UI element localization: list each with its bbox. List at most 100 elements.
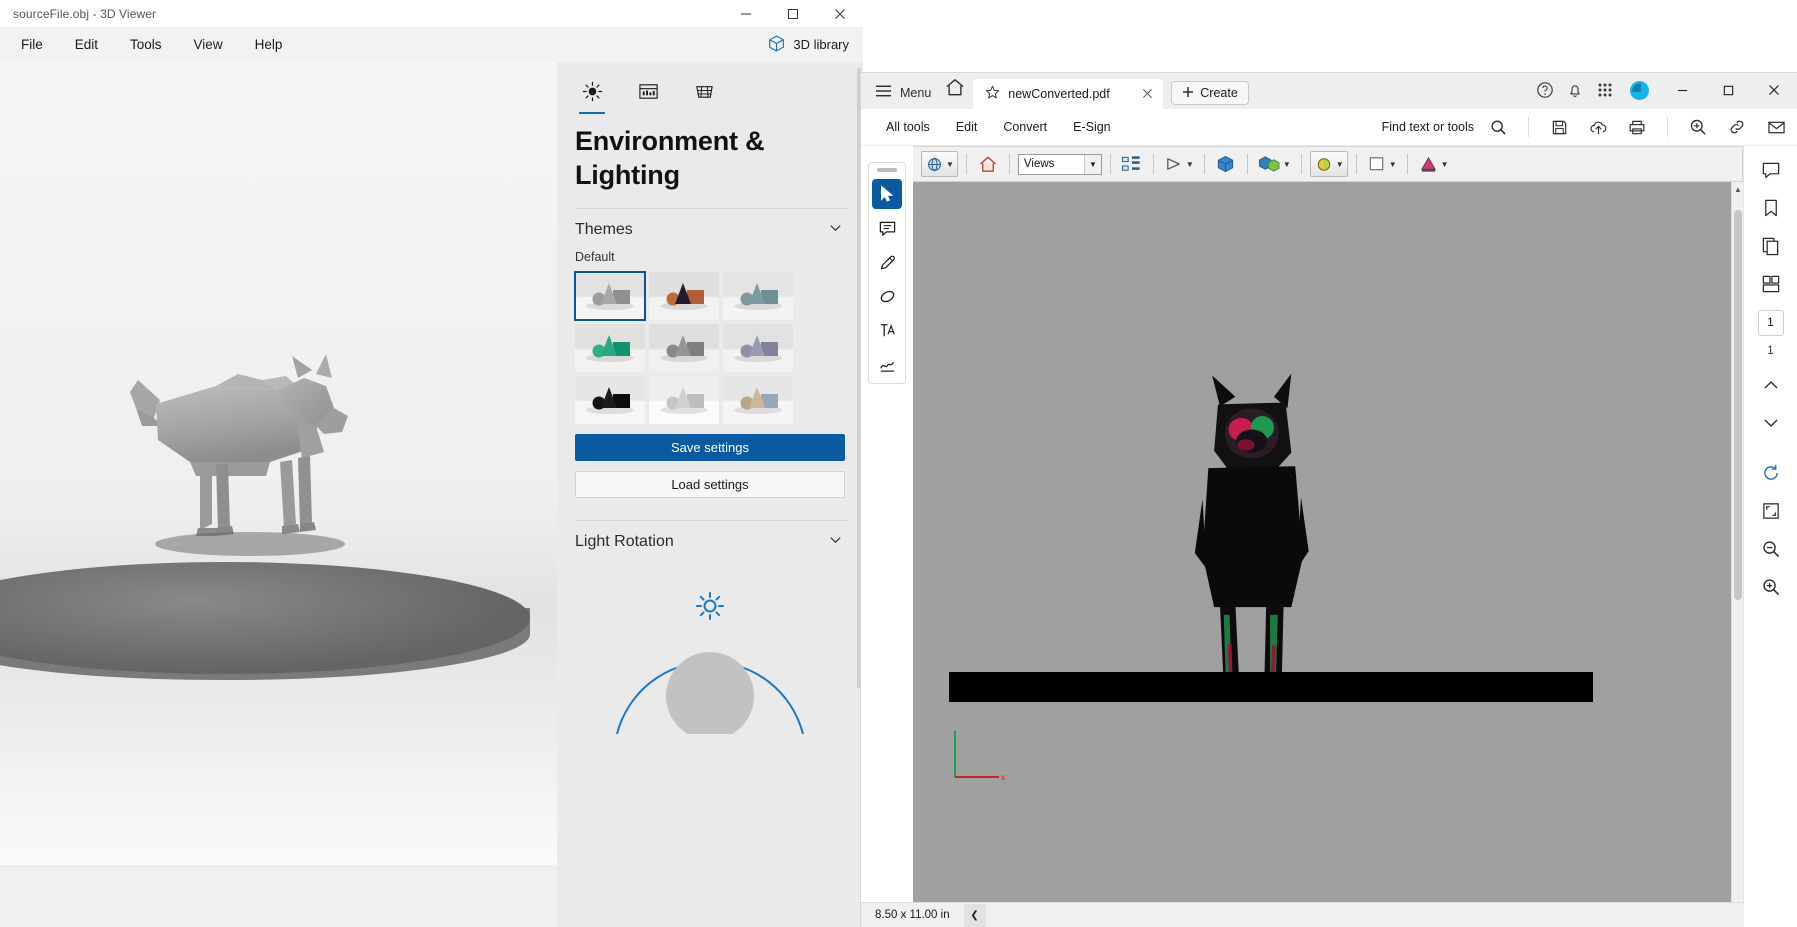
zoom-in-icon[interactable] (1753, 569, 1789, 605)
left-tool-rail (861, 146, 913, 927)
3d-annotation-canvas[interactable]: x (913, 182, 1743, 927)
3d-library-button[interactable]: 3D library (767, 34, 849, 56)
light-rotation-control[interactable] (557, 558, 863, 740)
edit-menu-button[interactable]: Edit (945, 115, 989, 139)
theme-thumbnail[interactable] (575, 376, 645, 424)
page-down-button[interactable] (1753, 405, 1789, 441)
pdf-page-3d-view[interactable]: x ▲ ▼ (913, 182, 1743, 927)
close-icon[interactable] (1751, 75, 1797, 105)
theme-thumbnail[interactable] (575, 324, 645, 372)
esign-menu-button[interactable]: E-Sign (1062, 115, 1122, 139)
link-icon[interactable] (1722, 112, 1752, 142)
menu-file[interactable]: File (8, 32, 56, 57)
chevron-down-icon-light[interactable]: ▼ (1389, 160, 1397, 169)
page-number-input[interactable]: 1 (1757, 310, 1784, 336)
rail-drag-handle[interactable] (877, 168, 897, 172)
scroll-up-icon[interactable]: ▲ (1732, 182, 1743, 196)
axis-indicator: x (954, 731, 1005, 782)
themes-section-header[interactable]: Themes (557, 209, 863, 246)
help-circle-icon[interactable] (1530, 75, 1560, 105)
pdf-vertical-scrollbar[interactable]: ▲ ▼ (1731, 182, 1743, 927)
load-settings-button[interactable]: Load settings (575, 471, 845, 498)
chevron-down-icon-bg[interactable]: ▼ (1441, 160, 1449, 169)
menu-edit[interactable]: Edit (62, 32, 111, 57)
comment-tool[interactable] (872, 213, 902, 243)
theme-thumbnail[interactable] (649, 376, 719, 424)
apps-grid-icon[interactable] (1590, 75, 1620, 105)
menu-tools[interactable]: Tools (117, 32, 175, 57)
fit-page-icon[interactable] (1753, 493, 1789, 529)
save-settings-button[interactable]: Save settings (575, 434, 845, 461)
organize-icon[interactable] (1753, 266, 1789, 302)
bookmark-icon[interactable] (1753, 190, 1789, 226)
pages-copy-icon[interactable] (1753, 228, 1789, 264)
scroll-thumb[interactable] (1734, 210, 1742, 600)
chevron-down-icon-views[interactable]: ▼ (1083, 154, 1101, 174)
print-icon[interactable] (1622, 112, 1652, 142)
views-dropdown[interactable]: Views ▼ (1017, 153, 1102, 175)
lighting-tab[interactable] (575, 74, 609, 114)
grid-tab[interactable] (687, 74, 721, 108)
acrobat-menu-button[interactable]: Menu (861, 84, 941, 109)
bell-icon[interactable] (1560, 75, 1590, 105)
chevron-down-icon-anim[interactable]: ▼ (1186, 160, 1194, 169)
save-icon[interactable] (1544, 112, 1574, 142)
chevron-down-icon-parts[interactable]: ▼ (1283, 160, 1291, 169)
cloud-upload-icon[interactable] (1583, 112, 1613, 142)
chevron-left-icon[interactable]: ❮ (963, 903, 986, 927)
chevron-down-icon[interactable] (828, 220, 843, 240)
edit-text-tool[interactable] (872, 315, 902, 345)
stats-tab[interactable] (631, 74, 665, 108)
minimize-icon[interactable] (1659, 75, 1705, 105)
zoom-out-icon[interactable] (1753, 531, 1789, 567)
star-icon[interactable] (985, 85, 1000, 103)
rotate-3d-tool[interactable]: ▼ (921, 151, 958, 177)
lighting-button[interactable]: ▼ (1365, 151, 1399, 177)
acrobat-statusbar: 8.50 x 11.00 in ❮ (861, 902, 1744, 927)
select-tool[interactable] (872, 179, 902, 209)
animation-play-button[interactable]: ▼ (1162, 151, 1196, 177)
menu-help[interactable]: Help (242, 32, 296, 57)
sign-tool[interactable] (872, 349, 902, 379)
chevron-down-icon[interactable]: ▼ (946, 160, 954, 169)
document-tab[interactable]: newConverted.pdf (973, 79, 1164, 109)
model-tree-button[interactable] (1119, 151, 1145, 177)
link-tool[interactable] (872, 281, 902, 311)
cross-section-button[interactable] (1213, 151, 1239, 177)
maximize-icon[interactable] (769, 0, 816, 27)
page-up-button[interactable] (1753, 367, 1789, 403)
home-view-icon (979, 156, 996, 172)
account-avatar[interactable] (1630, 80, 1649, 100)
theme-thumbnail[interactable] (723, 376, 793, 424)
all-tools-button[interactable]: All tools (875, 115, 941, 139)
theme-thumbnail[interactable] (574, 271, 646, 321)
chevron-down-icon-render[interactable]: ▼ (1336, 160, 1344, 169)
chevron-down-icon-2[interactable] (828, 532, 843, 552)
minimize-icon[interactable] (722, 0, 769, 27)
menu-view[interactable]: View (181, 32, 236, 57)
maximize-icon[interactable] (1705, 75, 1751, 105)
draw-tool[interactable] (872, 247, 902, 277)
theme-thumbnail[interactable] (723, 324, 793, 372)
comment-panel-icon[interactable] (1753, 152, 1789, 188)
close-icon[interactable] (1128, 87, 1153, 102)
home-button[interactable] (941, 78, 973, 109)
theme-thumbnail[interactable] (649, 324, 719, 372)
comment-icon (879, 221, 895, 236)
theme-thumbnail[interactable] (649, 272, 719, 320)
acrobat-toolbar: All tools Edit Convert E-Sign Find text … (861, 109, 1797, 146)
render-mode-button[interactable]: ▼ (1309, 151, 1348, 177)
rotate-page-icon[interactable] (1753, 455, 1789, 491)
3d-viewport[interactable] (0, 62, 557, 865)
theme-thumbnail[interactable] (723, 272, 793, 320)
background-color-button[interactable]: ▼ (1416, 151, 1451, 177)
mail-icon[interactable] (1761, 112, 1791, 142)
search-icon[interactable] (1483, 112, 1513, 142)
create-button[interactable]: Create (1171, 81, 1249, 105)
zoom-tool-icon[interactable] (1683, 112, 1713, 142)
convert-menu-button[interactable]: Convert (992, 115, 1058, 139)
close-icon[interactable] (816, 0, 863, 27)
light-rotation-section-header[interactable]: Light Rotation (557, 521, 863, 558)
parts-button[interactable]: ▼ (1256, 151, 1293, 177)
home-view-button[interactable] (975, 151, 1001, 177)
